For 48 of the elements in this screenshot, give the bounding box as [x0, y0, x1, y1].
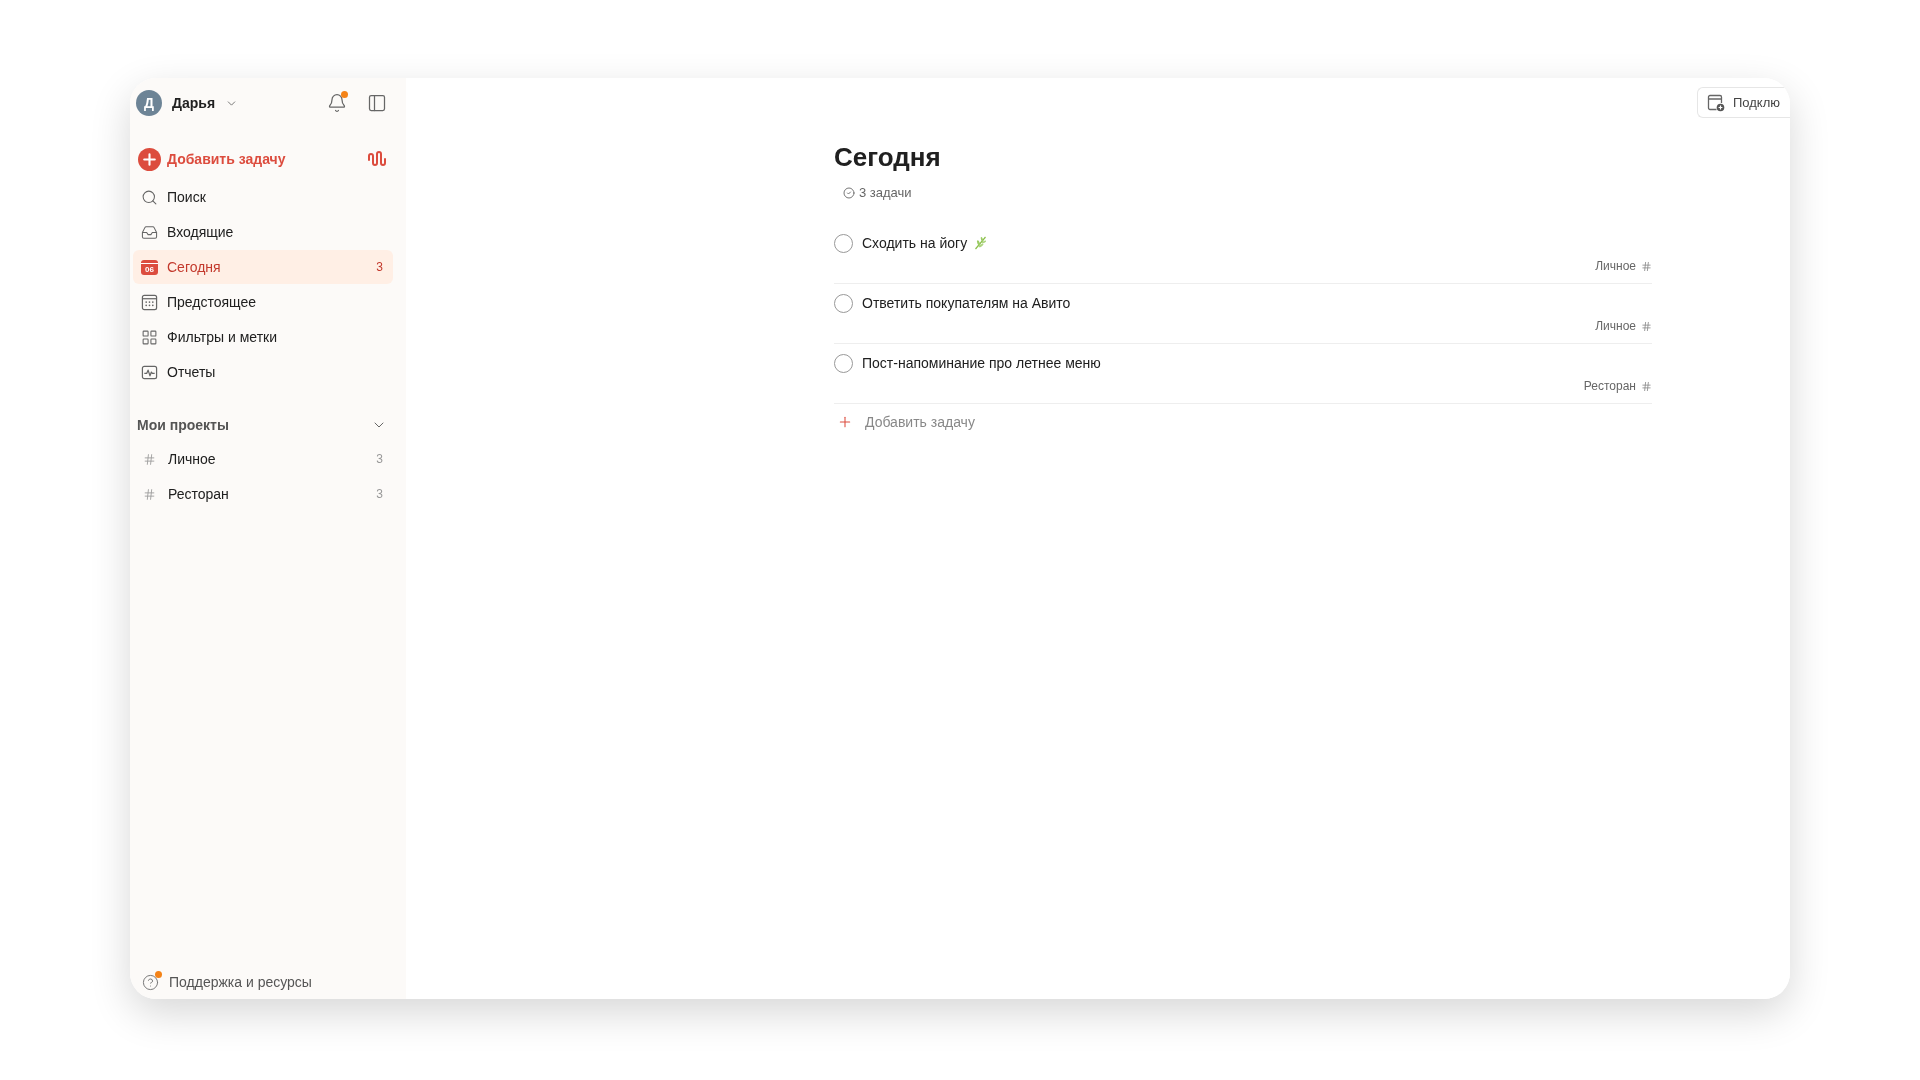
nav-item[interactable]: Предстоящее	[133, 285, 393, 319]
calendar-grid-icon	[141, 293, 158, 311]
project-tag: Личное	[1595, 257, 1636, 275]
search-icon	[141, 188, 158, 206]
calendar-add-icon	[1707, 93, 1725, 112]
avatar: Д	[136, 90, 162, 116]
task-checkbox[interactable]	[834, 353, 853, 373]
nav-item[interactable]: Входящие	[133, 215, 393, 249]
plus-icon	[837, 414, 853, 430]
section-heading: Мои проекты	[137, 415, 229, 435]
hash-icon	[143, 452, 156, 466]
page-title: Сегодня	[834, 141, 942, 173]
pulse-chart-icon	[141, 363, 158, 381]
task-title: Ответить покупателям на Авито	[862, 293, 1071, 313]
nav-item[interactable]: Отчеты	[133, 355, 393, 389]
task-checkbox[interactable]	[834, 293, 853, 313]
calendar-icon: 06	[141, 259, 158, 275]
project-item[interactable]: Ресторан 3	[133, 477, 393, 511]
bell-icon[interactable]	[327, 93, 347, 113]
nav-item[interactable]: 06 Сегодня 3	[133, 250, 393, 284]
hash-icon	[1641, 320, 1652, 332]
support-link[interactable]: Поддержка и ресурсы	[133, 971, 312, 993]
sidebar-panel-icon[interactable]	[367, 93, 387, 113]
inbox-tray-icon	[141, 223, 158, 241]
add-task-button[interactable]: Добавить задачу	[138, 147, 286, 171]
task-summary: 3 задачи	[859, 184, 912, 203]
task-checkbox[interactable]	[834, 233, 853, 253]
grid-icon	[141, 328, 158, 346]
project-item[interactable]: Личное 3	[133, 442, 393, 476]
plus-circle-icon	[138, 147, 161, 171]
task-count: 3	[376, 486, 383, 503]
check-circle-icon	[843, 187, 855, 199]
task-count: 3	[376, 451, 383, 468]
help-icon	[142, 973, 159, 991]
waveform-icon[interactable]	[367, 149, 387, 169]
add-task-button[interactable]: Добавить задачу	[834, 412, 975, 432]
hash-icon	[1641, 380, 1652, 392]
project-tag: Личное	[1595, 317, 1636, 335]
connect-button[interactable]: Подклю	[1697, 87, 1790, 118]
hash-icon	[1641, 260, 1652, 272]
task-title: Пост-напоминание про летнее меню	[862, 353, 1101, 373]
nav-item[interactable]: Поиск	[133, 180, 393, 214]
task-title: Сходить на йогу	[862, 233, 968, 253]
project-tag: Ресторан	[1583, 377, 1636, 395]
task-count: 3	[376, 259, 383, 276]
user-menu[interactable]: Д Дарья	[136, 90, 239, 116]
hash-icon	[143, 487, 156, 501]
nav-item[interactable]: Фильтры и метки	[133, 320, 393, 354]
